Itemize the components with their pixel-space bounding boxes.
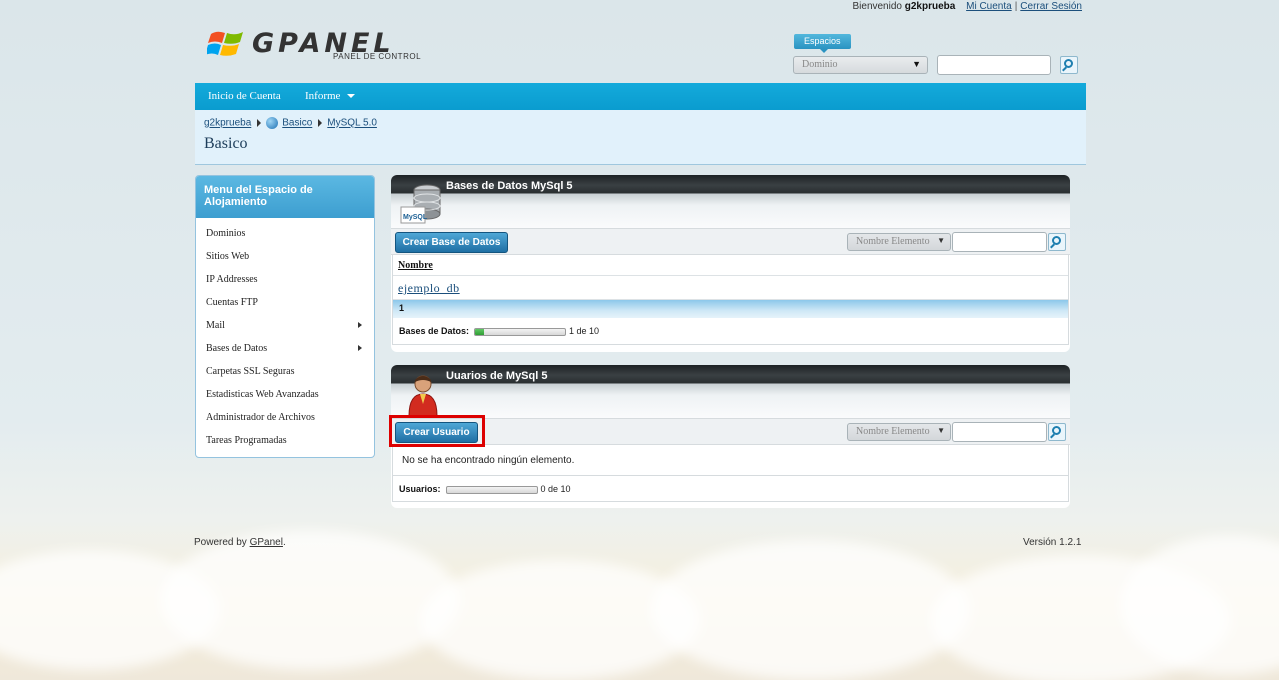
- create-database-button[interactable]: Crear Base de Datos: [395, 232, 508, 253]
- caret-down-icon: [347, 94, 356, 99]
- users-filter-input[interactable]: [952, 422, 1047, 442]
- dropdown-arrow-icon: ▼: [912, 59, 921, 69]
- table-row: ejemplo_db: [393, 276, 1068, 300]
- top-search-button[interactable]: [1060, 56, 1078, 74]
- quota-fill: [475, 328, 485, 335]
- quota-text: 0 de 10: [540, 484, 571, 494]
- sidebar-item-ftp-accounts[interactable]: Cuentas FTP: [196, 291, 374, 314]
- cloud-background: [0, 510, 1279, 680]
- hosting-space-menu: Menu del Espacio de Alojamiento Dominios…: [195, 175, 375, 458]
- user-icon: [408, 375, 438, 416]
- users-quota: Usuarios: 0 de 10: [392, 476, 1069, 502]
- page-title: Basico: [204, 135, 248, 152]
- quota-bar: [445, 485, 538, 494]
- version-label: Versión 1.2.1: [1023, 537, 1082, 548]
- dropdown-arrow-icon: ▼: [937, 426, 945, 435]
- databases-table: Nombre ejemplo_db 1 Bases de Datos: 1 de …: [392, 255, 1069, 345]
- mysql-databases-panel: MySQL Bases de Datos MySql 5 Crear Base …: [391, 175, 1070, 352]
- users-toolbar: Crear Usuario Nombre Elemento ▼: [391, 418, 1070, 445]
- breadcrumb-user[interactable]: g2kprueba: [204, 118, 251, 129]
- databases-quota: Bases de Datos: 1 de 10: [393, 318, 1068, 344]
- breadcrumb-bar: g2kprueba Basico MySQL 5.0 Basico: [195, 110, 1086, 165]
- sidebar-item-databases[interactable]: Bases de Datos: [196, 337, 374, 360]
- breadcrumb: g2kprueba Basico MySQL 5.0: [204, 117, 377, 129]
- gpanel-logo[interactable]: GPANEL PANEL DE CONTROL: [207, 26, 422, 66]
- domain-select-value: Dominio: [802, 59, 838, 70]
- highlight-box: [389, 415, 485, 447]
- sidebar-item-ip-addresses[interactable]: IP Addresses: [196, 268, 374, 291]
- search-icon: [1052, 236, 1061, 245]
- logout-link[interactable]: Cerrar Sesión: [1020, 1, 1082, 12]
- breadcrumb-arrow-icon: [318, 119, 323, 127]
- search-icon: [1052, 426, 1061, 435]
- my-account-link[interactable]: Mi Cuenta: [966, 1, 1012, 12]
- mysql-logo-text: MySQL: [403, 214, 428, 221]
- gpanel-link[interactable]: GPanel: [250, 537, 283, 548]
- user-bar: Bienvenido g2kprueba Mi Cuenta | Cerrar Se…: [852, 1, 1082, 12]
- mysql-users-panel: Uuarios de MySql 5 Crear Usuario Nombre …: [391, 365, 1070, 508]
- databases-search-button[interactable]: [1048, 233, 1066, 251]
- breadcrumb-basico[interactable]: Basico: [282, 118, 312, 129]
- globe-icon: [266, 117, 279, 129]
- filter-select-value: Nombre Elemento: [856, 426, 930, 437]
- nav-report-label: Informe: [305, 90, 341, 102]
- database-icon: MySQL: [400, 184, 441, 224]
- pager: 1: [393, 300, 1068, 318]
- dropdown-arrow-icon: ▼: [937, 236, 945, 245]
- powered-prefix: Powered by: [194, 537, 247, 548]
- main-nav: Inicio de Cuenta Informe: [195, 83, 1086, 110]
- breadcrumb-mysql[interactable]: MySQL 5.0: [327, 118, 377, 129]
- databases-toolbar: Crear Base de Datos Nombre Elemento ▼: [391, 228, 1070, 255]
- domain-select[interactable]: Dominio ▼: [793, 56, 928, 74]
- quota-text: 1 de 10: [569, 326, 600, 336]
- nav-home-account[interactable]: Inicio de Cuenta: [208, 90, 281, 102]
- quota-bar: [474, 327, 567, 336]
- sidebar-item-label: Mail: [206, 320, 225, 331]
- username: g2kprueba: [904, 1, 956, 12]
- databases-filter-select[interactable]: Nombre Elemento ▼: [847, 233, 951, 251]
- users-filter-select[interactable]: Nombre Elemento ▼: [847, 423, 951, 441]
- welcome-prefix: Bienvenido: [852, 1, 902, 12]
- submenu-arrow-icon: [358, 345, 362, 351]
- column-header-name[interactable]: Nombre: [393, 255, 1068, 276]
- sidebar-item-domains[interactable]: Dominios: [196, 222, 374, 245]
- sidebar-item-ssl-folders[interactable]: Carpetas SSL Seguras: [196, 360, 374, 383]
- logo-subtitle: PANEL DE CONTROL: [333, 52, 422, 61]
- separator: |: [1014, 1, 1018, 12]
- users-panel-title: Uuarios de MySql 5: [446, 370, 548, 382]
- menu-title: Menu del Espacio de Alojamiento: [196, 176, 374, 218]
- databases-panel-title: Bases de Datos MySql 5: [446, 180, 573, 192]
- nav-report[interactable]: Informe: [305, 90, 356, 102]
- powered-suffix: .: [282, 537, 286, 548]
- sidebar-item-scheduled-tasks[interactable]: Tareas Programadas: [196, 429, 374, 452]
- sidebar-item-label: Bases de Datos: [206, 343, 268, 354]
- quota-label: Bases de Datos:: [399, 326, 470, 336]
- sidebar-item-web-stats[interactable]: Estadisticas Web Avanzadas: [196, 383, 374, 406]
- sidebar-item-file-manager[interactable]: Administrador de Archivos: [196, 406, 374, 429]
- breadcrumb-arrow-icon: [257, 119, 262, 127]
- submenu-arrow-icon: [358, 322, 362, 328]
- quota-label: Usuarios:: [399, 484, 441, 494]
- search-icon: [1064, 59, 1073, 68]
- top-search-input[interactable]: [937, 55, 1051, 75]
- footer-powered: Powered by GPanel.: [194, 537, 286, 548]
- database-link[interactable]: ejemplo_db: [398, 281, 460, 295]
- spaces-tab[interactable]: Espacios: [794, 34, 851, 53]
- page-number[interactable]: 1: [399, 303, 404, 313]
- sidebar-item-mail[interactable]: Mail: [196, 314, 374, 337]
- empty-message: No se ha encontrado ningún elemento.: [392, 445, 1069, 476]
- filter-select-value: Nombre Elemento: [856, 236, 930, 247]
- sidebar-item-websites[interactable]: Sitios Web: [196, 245, 374, 268]
- windows-flag-icon: [207, 31, 243, 56]
- databases-filter-input[interactable]: [952, 232, 1047, 252]
- users-search-button[interactable]: [1048, 423, 1066, 441]
